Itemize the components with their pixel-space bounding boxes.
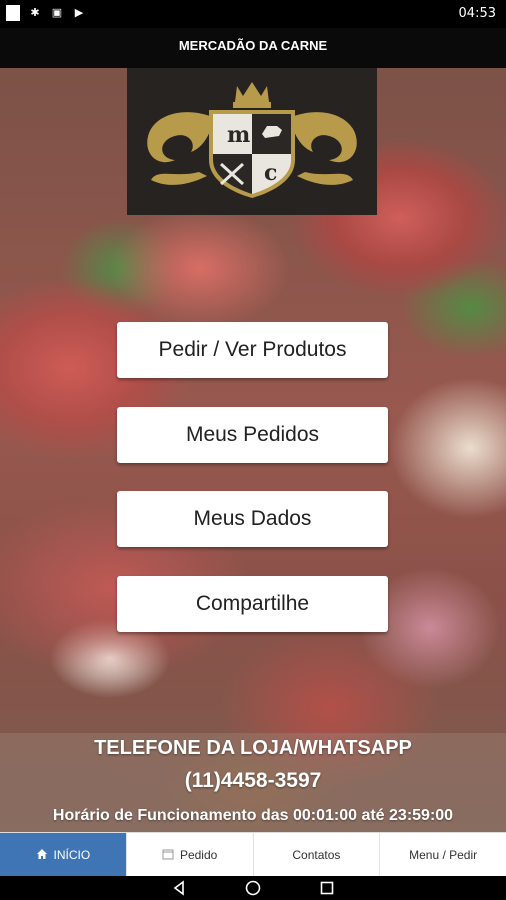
download-icon: ▣ <box>51 7 63 19</box>
home-circle-icon[interactable] <box>243 878 263 898</box>
tab-menu[interactable]: Menu / Pedir <box>380 833 506 877</box>
svg-text:m: m <box>227 122 250 148</box>
opening-hours: Horário de Funcionamento das 00:01:00 at… <box>52 807 454 824</box>
tab-order-label: Pedido <box>179 848 218 862</box>
svg-text:c: c <box>264 160 277 186</box>
tab-home-label: INÍCIO <box>53 848 91 862</box>
status-bar: ✱ ▣ ▶ 04:53 <box>0 0 506 28</box>
tab-menu-label: Menu / Pedir <box>409 848 478 862</box>
store-info: TELEFONE DA LOJA/WHATSAPP (11)4458-3597 … <box>0 733 506 832</box>
system-nav-bar <box>0 876 506 900</box>
tab-home[interactable]: INÍCIO <box>0 833 127 877</box>
my-data-button[interactable]: Meus Dados <box>117 491 388 547</box>
app-title: MERCADÃO DA CARNE <box>178 38 328 53</box>
bottom-nav: INÍCIO Pedido Contatos Menu / Pedir <box>0 832 506 877</box>
share-button[interactable]: Compartilhe <box>117 576 388 632</box>
play-store-icon: ▶ <box>74 7 84 19</box>
tab-order[interactable]: Pedido <box>127 833 254 877</box>
main-content: m c Pedir / Ver Produtos Meus Pedidos Me… <box>0 68 506 832</box>
cart-icon <box>162 848 174 862</box>
tab-contacts[interactable]: Contatos <box>254 833 381 877</box>
app-header: MERCADÃO DA CARNE <box>0 28 506 68</box>
bug-icon: ✱ <box>30 7 40 19</box>
home-icon <box>36 848 48 862</box>
phone-label: TELEFONE DA LOJA/WHATSAPP <box>94 737 412 759</box>
recents-icon[interactable] <box>317 878 337 898</box>
order-products-button[interactable]: Pedir / Ver Produtos <box>117 322 388 378</box>
tab-contacts-label: Contatos <box>292 848 341 862</box>
status-time: 04:53 <box>458 6 496 21</box>
phone-number[interactable]: (11)4458-3597 <box>0 769 506 793</box>
store-logo: m c <box>127 68 377 215</box>
notification-box-icon <box>6 5 20 21</box>
back-icon[interactable] <box>169 878 189 898</box>
my-orders-button[interactable]: Meus Pedidos <box>117 407 388 463</box>
